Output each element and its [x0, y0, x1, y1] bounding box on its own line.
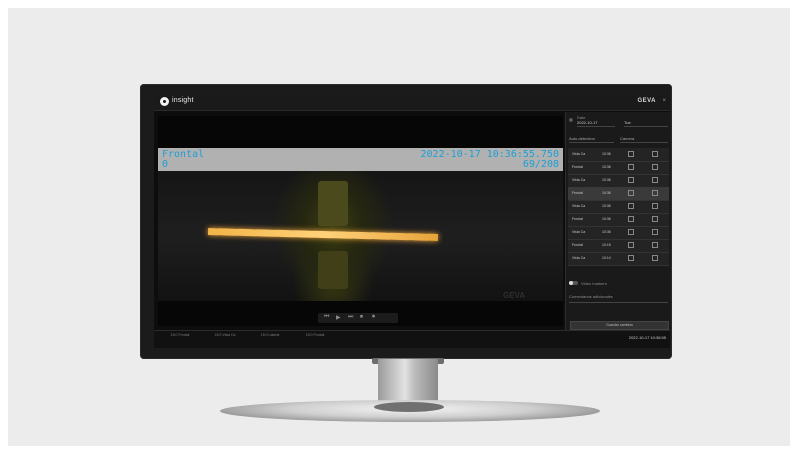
app-top-bar: insight GEVA × — [154, 94, 670, 111]
row-camera: Vista Ca — [572, 256, 586, 260]
glowing-beam — [207, 227, 439, 242]
row-camera: Vista Ca — [572, 178, 586, 182]
timeline[interactable]: 2022-10-17 10:36:55 15:0 Frontal 15:0 Vis… — [154, 330, 670, 348]
table-row[interactable]: Vista Ca 10:36 — [568, 200, 669, 214]
row-time: 10:36 — [602, 152, 611, 156]
monitor-screen: insight GEVA × Frontal 0 2022-10-17 10:3… — [154, 94, 670, 348]
row-camera: Vista Ca — [572, 204, 586, 208]
table-row[interactable]: Frontal 10:36 — [568, 187, 669, 201]
row-checkbox[interactable] — [628, 216, 634, 222]
skip-back-icon[interactable]: ⏮ — [324, 314, 329, 321]
timeline-end-label: 2022-10-17 10:36:55 — [628, 335, 666, 340]
video-frame: GEVA — [158, 171, 563, 301]
row-time: 10:15 — [602, 243, 611, 247]
row-checkbox[interactable] — [628, 229, 634, 235]
shift-select[interactable]: Tue — [624, 120, 631, 125]
video-player[interactable]: Frontal 0 2022-10-17 10:36:55.750 69/208… — [158, 116, 563, 333]
table-row[interactable]: Vista Ca 10:36 — [568, 174, 669, 188]
timeline-tick[interactable]: 15:0 Vista Ca — [213, 333, 237, 337]
row-checkbox[interactable] — [652, 216, 658, 222]
playback-controls: ⏮ ▶ ⏭ ⏹ ⏺ — [318, 313, 398, 323]
row-checkbox[interactable] — [628, 164, 634, 170]
table-row[interactable]: Vista Ca 10:36 — [568, 226, 669, 240]
row-time: 10:36 — [602, 191, 611, 195]
row-camera: Vista Ca — [572, 152, 586, 156]
row-checkbox[interactable] — [652, 229, 658, 235]
upper-clamp — [318, 181, 348, 226]
table-row[interactable]: Vista Ca 10:36 — [568, 148, 669, 162]
monitor-neck — [378, 359, 438, 405]
row-time: 10:36 — [602, 204, 611, 208]
row-checkbox[interactable] — [652, 203, 658, 209]
row-time: 10:36 — [602, 165, 611, 169]
row-checkbox[interactable] — [628, 255, 634, 261]
calendar-icon: ▦ — [569, 117, 573, 122]
row-camera: Frontal — [572, 165, 583, 169]
filter-camera-select[interactable]: Camera — [620, 136, 634, 141]
table-row[interactable]: Frontal 10:36 — [568, 161, 669, 175]
video-markers-toggle[interactable] — [569, 281, 578, 285]
camera-index: 0 — [162, 159, 169, 170]
row-checkbox[interactable] — [628, 203, 634, 209]
video-overlay-bar: Frontal 0 2022-10-17 10:36:55.750 69/208 — [158, 148, 563, 171]
row-camera: Frontal — [572, 191, 583, 195]
row-checkbox[interactable] — [628, 177, 634, 183]
filter-auto-select[interactable]: Auto-detection — [569, 136, 595, 141]
record-icon[interactable]: ⏺ — [372, 314, 375, 321]
row-camera: Frontal — [572, 243, 583, 247]
timeline-tick[interactable]: 15:0 Lateral — [258, 333, 282, 337]
camera-name: Frontal — [162, 149, 205, 160]
row-checkbox[interactable] — [652, 242, 658, 248]
date-input[interactable]: 2022-10-17 — [577, 120, 597, 125]
stop-icon[interactable]: ⏹ — [360, 314, 363, 321]
side-panel: ▦ Date 2022-10-17 Tue Auto-detection Cam… — [565, 112, 670, 330]
table-row[interactable]: Vista Ca 10:14 — [568, 252, 669, 266]
skip-forward-icon[interactable]: ⏭ — [348, 314, 353, 321]
row-time: 10:36 — [602, 217, 611, 221]
row-camera: Vista Ca — [572, 230, 586, 234]
comment-label: Comentarios adicionales — [569, 294, 613, 299]
row-checkbox[interactable] — [652, 177, 658, 183]
row-checkbox[interactable] — [652, 190, 658, 196]
row-time: 10:36 — [602, 178, 611, 182]
row-checkbox[interactable] — [652, 164, 658, 170]
row-checkbox[interactable] — [628, 190, 634, 196]
video-watermark: GEVA — [503, 291, 526, 300]
table-row[interactable]: Frontal 10:15 — [568, 239, 669, 253]
toggle-label: Video markers — [581, 281, 607, 286]
row-checkbox[interactable] — [652, 255, 658, 261]
timeline-tick[interactable]: 15:0 Frontal — [303, 333, 327, 337]
timeline-tick[interactable]: 15:0 Frontal — [168, 333, 192, 337]
table-row[interactable]: Frontal 10:36 — [568, 213, 669, 227]
row-camera: Frontal — [572, 217, 583, 221]
brand-logo: GEVA — [637, 98, 656, 104]
play-icon[interactable]: ▶ — [336, 314, 341, 321]
insight-logo-icon — [160, 97, 169, 106]
row-checkbox[interactable] — [628, 242, 634, 248]
app-logo-text: insight — [172, 97, 194, 104]
frame-counter: 69/208 — [522, 159, 559, 170]
events-table: Vista Ca 10:36 Frontal 10:36 Vista Ca 10:36 Fr… — [568, 148, 669, 266]
row-checkbox[interactable] — [652, 151, 658, 157]
row-time: 10:14 — [602, 256, 611, 260]
row-time: 10:36 — [602, 230, 611, 234]
close-icon[interactable]: × — [662, 98, 666, 104]
row-checkbox[interactable] — [628, 151, 634, 157]
monitor-base-ring — [374, 402, 444, 412]
save-button[interactable]: Guardar cambios — [570, 321, 669, 330]
lower-clamp — [318, 251, 348, 289]
